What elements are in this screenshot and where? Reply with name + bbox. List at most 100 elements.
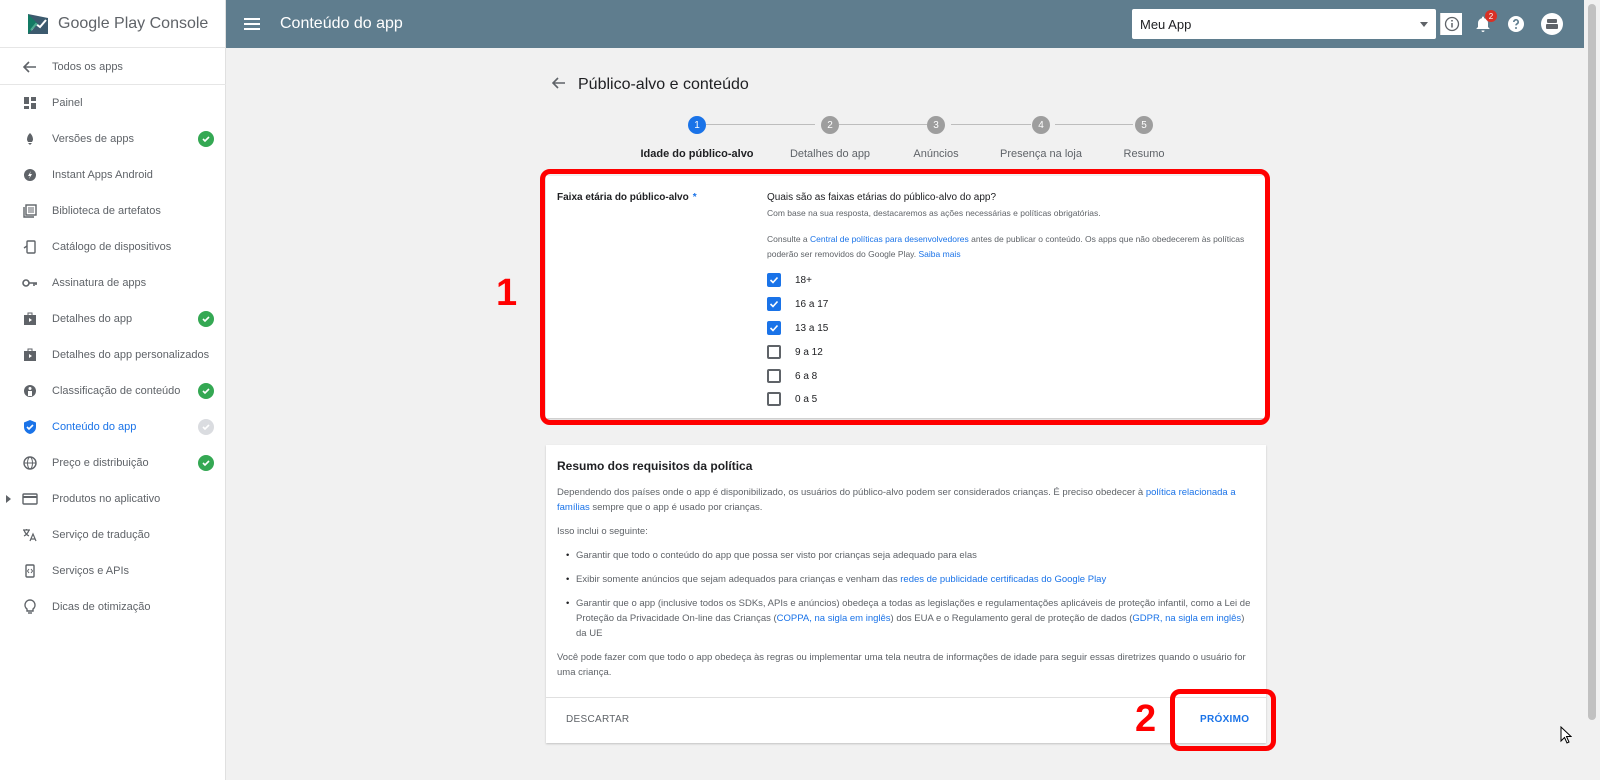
sidebar-item-label: Produtos no aplicativo xyxy=(52,493,161,505)
logo[interactable]: Google Play Console xyxy=(0,0,225,48)
sidebar-item-label: Detalhes do app personalizados xyxy=(52,349,210,361)
chevron-down-icon xyxy=(1420,22,1428,27)
sidebar-item-label: Dicas de otimização xyxy=(52,601,151,613)
sidebar-item-label: Classificação de conteúdo xyxy=(52,385,181,397)
rocket-icon xyxy=(22,131,38,147)
library-icon xyxy=(22,203,38,219)
notification-badge: 2 xyxy=(1485,10,1497,22)
discard-button[interactable]: DESCARTAR xyxy=(566,714,629,725)
sidebar-item-dashboard[interactable]: Painel xyxy=(0,85,226,121)
selected-app-name: Meu App xyxy=(1140,16,1192,32)
step-2-label[interactable]: Detalhes do app xyxy=(790,148,870,160)
notifications-bell-icon[interactable]: 2 xyxy=(1473,10,1497,34)
globe-icon xyxy=(22,455,38,471)
sidebar-item-all-apps[interactable]: Todos os apps xyxy=(0,49,226,85)
policy-bullet-text: ) dos EUA e o Regulamento geral de prote… xyxy=(890,613,1133,624)
policy-intro-text: Dependendo dos países onde o app é dispo… xyxy=(557,487,1146,498)
step-3-indicator[interactable]: 3 xyxy=(927,116,945,134)
arrow-left-icon xyxy=(22,59,38,75)
check-circle-icon xyxy=(198,383,214,399)
sidebar-item-label: Preço e distribuição xyxy=(52,457,149,469)
sidebar-item-label: Conteúdo do app xyxy=(52,421,137,433)
store-icon xyxy=(22,311,38,327)
sidebar-item-app-content[interactable]: Conteúdo do app xyxy=(0,409,226,445)
sidebar-item-translation-service[interactable]: Serviço de tradução xyxy=(0,517,226,553)
step-5-label[interactable]: Resumo xyxy=(1124,148,1165,160)
check-circle-icon xyxy=(198,455,214,471)
sidebar: Google Play Console Todos os apps Painel… xyxy=(0,0,226,780)
api-icon xyxy=(22,563,38,579)
header-title: Conteúdo do app xyxy=(280,15,403,32)
store-icon xyxy=(22,347,38,363)
coppa-link[interactable]: COPPA, na sigla em inglês xyxy=(777,613,891,624)
sidebar-item-app-signing[interactable]: Assinatura de apps xyxy=(0,265,226,301)
sidebar-item-artifact-library[interactable]: Biblioteca de artefatos xyxy=(0,193,226,229)
page-scrollbar[interactable] xyxy=(1584,0,1600,780)
bulb-icon xyxy=(22,599,38,615)
sidebar-item-label: Painel xyxy=(52,97,83,109)
hamburger-menu-icon[interactable] xyxy=(244,15,260,33)
shield-icon xyxy=(22,419,38,435)
sidebar-item-content-rating[interactable]: Classificação de conteúdo xyxy=(0,373,226,409)
policy-intro-text: sempre que o app é usado por crianças. xyxy=(589,502,763,513)
check-circle-icon xyxy=(198,419,214,435)
annotation-number-1: 1 xyxy=(496,272,518,314)
certified-ad-networks-link[interactable]: redes de publicidade certificadas do Goo… xyxy=(900,574,1106,585)
sidebar-item-in-app-products[interactable]: Produtos no aplicativo xyxy=(0,481,226,517)
sidebar-item-label: Serviços e APIs xyxy=(52,565,130,577)
gdpr-link[interactable]: GDPR, na sigla em inglês xyxy=(1132,613,1241,624)
card-actions: DESCARTAR PRÓXIMO xyxy=(546,697,1266,743)
scrollbar-thumb[interactable] xyxy=(1588,4,1596,720)
step-1-label[interactable]: Idade do público-alvo xyxy=(640,148,753,160)
top-app-bar: Conteúdo do app Meu App 2 xyxy=(226,0,1584,48)
expand-caret-icon[interactable] xyxy=(6,495,11,503)
help-icon[interactable] xyxy=(1506,14,1526,34)
stepper-connector xyxy=(951,124,1031,125)
dashboard-icon xyxy=(22,95,38,111)
sidebar-item-device-catalog[interactable]: Catálogo de dispositivos xyxy=(0,229,226,265)
info-icon[interactable] xyxy=(1440,13,1462,35)
brand-name: Google Play Console xyxy=(58,14,209,32)
step-4-label[interactable]: Presença na loja xyxy=(1000,148,1082,160)
sidebar-item-label: Todos os apps xyxy=(52,60,123,73)
policy-bullet-text: Exibir somente anúncios que sejam adequa… xyxy=(576,574,901,585)
back-arrow-icon[interactable] xyxy=(551,76,568,92)
key-icon xyxy=(22,275,38,291)
step-2-indicator[interactable]: 2 xyxy=(821,116,839,134)
sidebar-item-label: Catálogo de dispositivos xyxy=(52,241,172,253)
step-3-label[interactable]: Anúncios xyxy=(913,148,958,160)
sidebar-item-optimization-tips[interactable]: Dicas de otimização xyxy=(0,589,226,625)
app-selector-dropdown[interactable]: Meu App xyxy=(1132,9,1436,39)
check-circle-icon xyxy=(198,131,214,147)
page-title: Público-alvo e conteúdo xyxy=(578,76,749,93)
sidebar-item-label: Instant Apps Android xyxy=(52,169,153,181)
sidebar-item-label: Serviço de tradução xyxy=(52,529,150,541)
sidebar-item-custom-app-details[interactable]: Detalhes do app personalizados xyxy=(0,337,226,373)
sidebar-item-app-details[interactable]: Detalhes do app xyxy=(0,301,226,337)
account-avatar-icon[interactable] xyxy=(1539,11,1565,37)
sidebar-item-label: Detalhes do app xyxy=(52,313,133,325)
device-icon xyxy=(22,239,38,255)
play-console-logo-icon xyxy=(26,12,50,36)
sidebar-item-app-releases[interactable]: Versões de apps xyxy=(0,121,226,157)
policy-bullet: Exibir somente anúncios que sejam adequa… xyxy=(566,572,1252,587)
sidebar-item-label: Biblioteca de artefatos xyxy=(52,205,161,217)
step-1-indicator[interactable]: 1 xyxy=(688,116,706,134)
sidebar-item-services-apis[interactable]: Serviços e APIs xyxy=(0,553,226,589)
translate-icon xyxy=(22,527,38,543)
sidebar-item-label: Versões de apps xyxy=(52,133,134,145)
annotation-highlight-2 xyxy=(1170,689,1276,751)
policy-summary-title: Resumo dos requisitos da política xyxy=(557,459,753,473)
policy-closing: Você pode fazer com que todo o app obede… xyxy=(557,652,1246,678)
policy-bullet: Garantir que todo o conteúdo do app que … xyxy=(566,548,1252,563)
step-5-indicator[interactable]: 5 xyxy=(1135,116,1153,134)
sidebar-item-instant-apps[interactable]: Instant Apps Android xyxy=(0,157,226,193)
stepper-connector xyxy=(706,124,815,125)
stepper-connector xyxy=(1055,124,1133,125)
includes-text: Isso inclui o seguinte: xyxy=(557,526,648,537)
step-4-indicator[interactable]: 4 xyxy=(1032,116,1050,134)
sidebar-item-label: Assinatura de apps xyxy=(52,277,147,289)
sidebar-item-pricing-distribution[interactable]: Preço e distribuição xyxy=(0,445,226,481)
stepper-connector xyxy=(839,124,927,125)
policy-bullet: Garantir que o app (inclusive todos os S… xyxy=(566,596,1252,641)
